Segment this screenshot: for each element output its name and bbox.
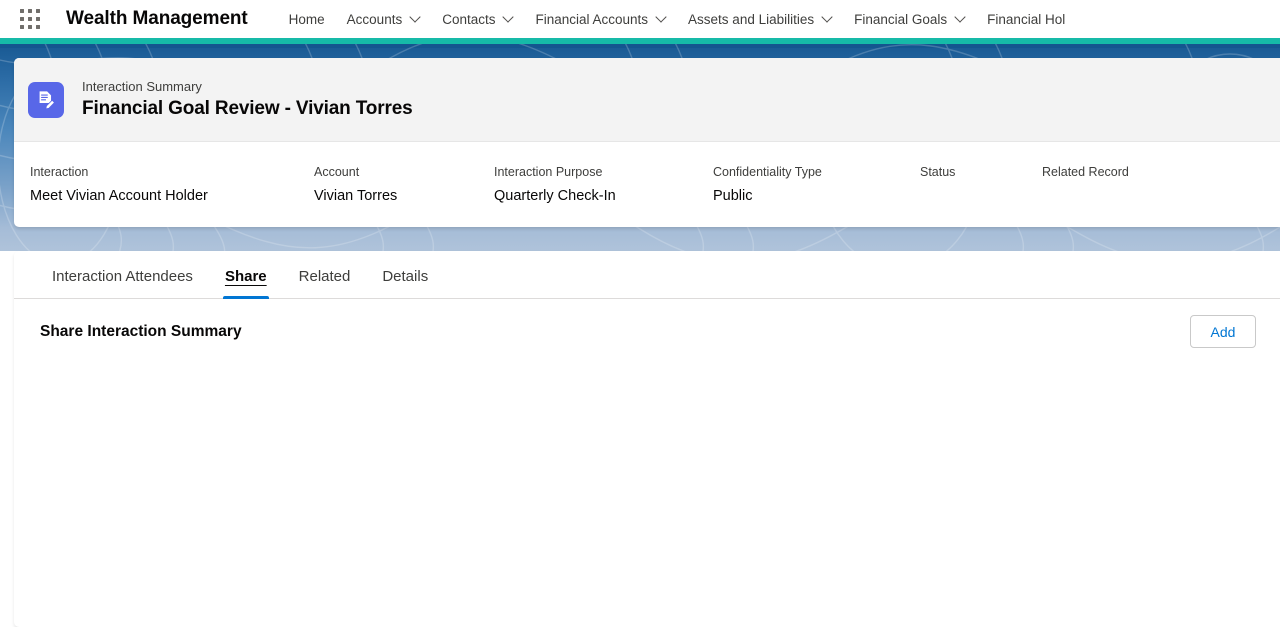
page-title: Financial Goal Review - Vivian Torres xyxy=(82,98,413,119)
field-value: Quarterly Check-In xyxy=(494,188,616,204)
account-link[interactable]: Vivian Torres xyxy=(314,188,397,204)
app-launcher-grid-icon[interactable] xyxy=(16,5,44,33)
field-interaction-purpose: Interaction Purpose Quarterly Check-In xyxy=(494,164,713,206)
nav-item-home[interactable]: Home xyxy=(278,0,336,38)
field-status: Status xyxy=(920,164,1042,206)
document-pencil-icon xyxy=(39,90,55,109)
nav-item-contacts[interactable]: Contacts xyxy=(431,0,524,38)
nav-item-label: Financial Hol xyxy=(987,11,1066,27)
tab-details[interactable]: Details xyxy=(366,267,444,298)
tab-label: Share xyxy=(224,268,267,285)
field-label: Account xyxy=(314,165,360,179)
chevron-down-icon xyxy=(657,13,666,22)
record-title-block: Interaction Summary Financial Goal Revie… xyxy=(82,78,413,121)
tab-share[interactable]: Share xyxy=(209,267,283,299)
chevron-down-icon xyxy=(411,13,420,22)
field-label: Interaction Purpose xyxy=(494,165,603,179)
field-account: Account Vivian Torres xyxy=(314,164,494,206)
nav-item-accounts[interactable]: Accounts xyxy=(336,0,432,38)
field-confidentiality-type: Confidentiality Type Public xyxy=(713,164,920,206)
tab-label: Details xyxy=(382,268,429,285)
field-value: Public xyxy=(713,188,753,204)
interaction-link[interactable]: Meet Vivian Account Holder xyxy=(30,188,208,204)
field-label: Related Record xyxy=(1042,165,1129,179)
field-interaction: Interaction Meet Vivian Account Holder xyxy=(30,164,314,206)
global-navigation-bar: Wealth Management Home Accounts Contacts… xyxy=(0,0,1280,38)
record-tab-panel: Interaction Attendees Share Related Deta… xyxy=(14,251,1280,627)
chevron-down-icon xyxy=(956,13,965,22)
field-label: Interaction xyxy=(30,165,89,179)
chevron-down-icon xyxy=(823,13,832,22)
tab-related[interactable]: Related xyxy=(283,267,367,298)
interaction-summary-icon xyxy=(28,81,64,118)
tab-bar: Interaction Attendees Share Related Deta… xyxy=(14,251,1280,299)
nav-item-label: Assets and Liabilities xyxy=(688,11,815,27)
nav-item-financial-accounts[interactable]: Financial Accounts xyxy=(524,0,677,38)
tab-interaction-attendees[interactable]: Interaction Attendees xyxy=(40,267,209,298)
record-highlight-fields: Interaction Meet Vivian Account Holder A… xyxy=(14,142,1280,206)
record-object-label: Interaction Summary xyxy=(82,79,202,94)
share-section-title: Share Interaction Summary xyxy=(40,322,242,340)
add-button[interactable]: Add xyxy=(1190,315,1256,348)
field-label: Status xyxy=(920,165,956,179)
tab-label: Related xyxy=(298,268,351,285)
record-header-top: Interaction Summary Financial Goal Revie… xyxy=(14,58,1280,142)
nav-item-label: Financial Goals xyxy=(854,11,948,27)
nav-item-assets-and-liabilities[interactable]: Assets and Liabilities xyxy=(677,0,843,38)
tab-label: Interaction Attendees xyxy=(52,268,193,285)
nav-item-list: Home Accounts Contacts Financial Account… xyxy=(278,0,1077,38)
field-value-wrapper: Vivian Torres xyxy=(314,186,494,206)
share-section-header: Share Interaction Summary Add xyxy=(14,299,1280,348)
nav-item-label: Accounts xyxy=(346,11,403,27)
field-related-record: Related Record xyxy=(1042,164,1242,206)
field-value-wrapper: Meet Vivian Account Holder xyxy=(30,186,314,206)
app-name-label[interactable]: Wealth Management xyxy=(66,8,248,30)
nav-item-label: Contacts xyxy=(442,11,496,27)
nav-item-financial-holdings[interactable]: Financial Hol xyxy=(976,0,1076,38)
chevron-down-icon xyxy=(504,13,513,22)
nav-item-label: Home xyxy=(288,11,325,27)
nav-item-financial-goals[interactable]: Financial Goals xyxy=(843,0,976,38)
field-label: Confidentiality Type xyxy=(713,165,822,179)
record-header-card: Interaction Summary Financial Goal Revie… xyxy=(14,58,1280,227)
nav-item-label: Financial Accounts xyxy=(535,11,649,27)
